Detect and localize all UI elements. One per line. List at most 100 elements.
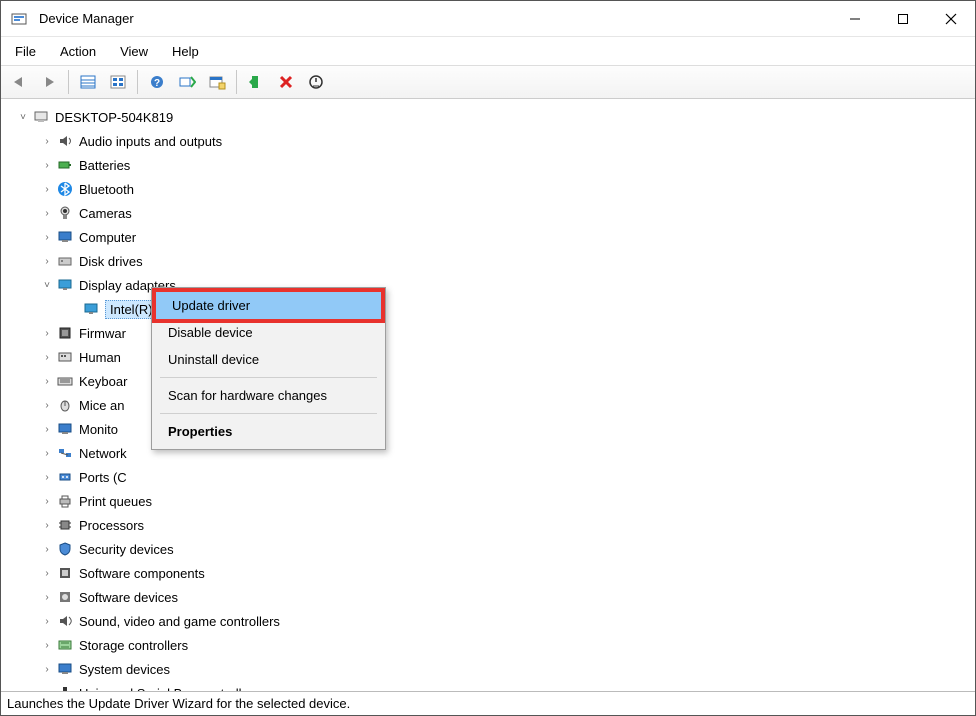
expand-icon[interactable]: › [39,589,55,605]
show-hide-tree-button[interactable] [74,68,102,96]
close-button[interactable] [927,1,975,37]
expand-icon[interactable]: › [39,565,55,581]
tree-item-software-devices[interactable]: › Software devices [5,585,975,609]
display-adapter-icon [81,301,101,317]
menu-help[interactable]: Help [168,42,203,61]
menu-action[interactable]: Action [56,42,100,61]
monitor-icon [55,421,75,437]
tree-item-software-components[interactable]: › Software components [5,561,975,585]
toolbar-separator [68,70,69,94]
software-device-icon [55,589,75,605]
forward-button[interactable] [35,68,63,96]
expand-icon[interactable]: › [39,613,55,629]
ports-icon [55,469,75,485]
expand-icon[interactable]: › [39,421,55,437]
monitor-icon [55,229,75,245]
firmware-icon [55,325,75,341]
app-icon [9,11,29,27]
show-all-button[interactable] [104,68,132,96]
window-title: Device Manager [39,11,134,26]
expand-icon[interactable]: › [39,469,55,485]
storage-controller-icon [55,637,75,653]
window: Device Manager File Action View Help ? ˅… [0,0,976,716]
tree-item-computer[interactable]: › Computer [5,225,975,249]
mouse-icon [55,397,75,413]
network-icon [55,445,75,461]
keyboard-icon [55,373,75,389]
device-tree[interactable]: ˅ DESKTOP-504K819 › Audio inputs and out… [1,99,975,691]
toolbar: ? [1,65,975,99]
audio-icon [55,133,75,149]
bluetooth-icon [55,181,75,197]
tree-root-label: DESKTOP-504K819 [55,110,173,125]
tree-item-processors[interactable]: › Processors [5,513,975,537]
ctx-separator [160,413,377,414]
tree-item-system-devices[interactable]: › System devices [5,657,975,681]
ctx-scan-hardware[interactable]: Scan for hardware changes [152,382,385,409]
tree-item-storage-controllers[interactable]: › Storage controllers [5,633,975,657]
tree-item-ports[interactable]: › Ports (C [5,465,975,489]
expand-icon[interactable]: › [39,445,55,461]
disable-button[interactable] [302,68,330,96]
tree-item-print-queues[interactable]: › Print queues [5,489,975,513]
tree-item-security[interactable]: › Security devices [5,537,975,561]
component-icon [55,565,75,581]
expand-icon[interactable]: › [39,661,55,677]
menu-view[interactable]: View [116,42,152,61]
tree-item-batteries[interactable]: › Batteries [5,153,975,177]
properties-button[interactable] [203,68,231,96]
expand-icon[interactable]: › [39,685,55,691]
expand-icon[interactable]: › [39,349,55,365]
expand-icon[interactable]: › [39,373,55,389]
printer-icon [55,493,75,509]
ctx-separator [160,377,377,378]
minimize-button[interactable] [831,1,879,37]
tree-root[interactable]: ˅ DESKTOP-504K819 [5,105,975,129]
ctx-properties[interactable]: Properties [152,418,385,445]
tree-item-cameras[interactable]: › Cameras [5,201,975,225]
toolbar-separator [137,70,138,94]
status-text: Launches the Update Driver Wizard for th… [7,696,350,711]
usb-icon [55,685,75,691]
ctx-uninstall-device[interactable]: Uninstall device [152,346,385,373]
tree-item-audio[interactable]: › Audio inputs and outputs [5,129,975,153]
ctx-disable-device[interactable]: Disable device [152,319,385,346]
cpu-icon [55,517,75,533]
tree-item-sound-video[interactable]: › Sound, video and game controllers [5,609,975,633]
sound-icon [55,613,75,629]
ctx-update-driver[interactable]: Update driver [152,288,385,323]
system-device-icon [55,661,75,677]
status-bar: Launches the Update Driver Wizard for th… [1,691,975,715]
maximize-button[interactable] [879,1,927,37]
tree-item-usb[interactable]: › Universal Serial Bus controllers [5,681,975,691]
camera-icon [55,205,75,221]
expand-icon[interactable]: › [39,397,55,413]
collapse-icon[interactable]: ˅ [39,277,55,293]
tree-item-disk-drives[interactable]: › Disk drives [5,249,975,273]
menubar: File Action View Help [1,37,975,65]
expand-icon[interactable]: › [39,637,55,653]
tree-item-bluetooth[interactable]: › Bluetooth [5,177,975,201]
expand-icon[interactable]: › [39,181,55,197]
expand-icon[interactable]: › [39,517,55,533]
expand-icon[interactable]: › [39,157,55,173]
expand-icon[interactable]: › [39,253,55,269]
expand-icon[interactable]: › [39,133,55,149]
help-button[interactable]: ? [143,68,171,96]
hid-icon [55,349,75,365]
battery-icon [55,157,75,173]
collapse-icon[interactable]: ˅ [15,109,31,125]
update-driver-button[interactable] [242,68,270,96]
expand-icon[interactable]: › [39,229,55,245]
menu-file[interactable]: File [11,42,40,61]
expand-icon[interactable]: › [39,493,55,509]
back-button[interactable] [5,68,33,96]
disk-icon [55,253,75,269]
expand-icon[interactable]: › [39,325,55,341]
svg-text:?: ? [154,78,160,89]
expand-icon[interactable]: › [39,205,55,221]
scan-hardware-button[interactable] [173,68,201,96]
titlebar: Device Manager [1,1,975,37]
uninstall-button[interactable] [272,68,300,96]
expand-icon[interactable]: › [39,541,55,557]
